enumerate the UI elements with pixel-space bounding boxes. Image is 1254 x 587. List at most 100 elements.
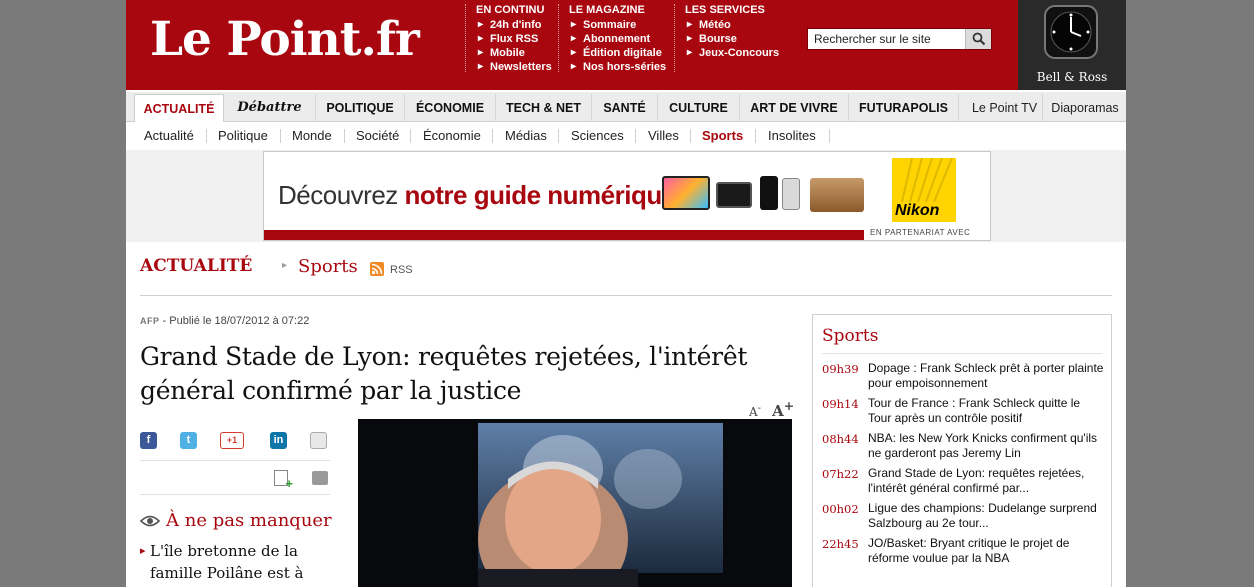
banner-text-bold: notre guide numérique [404, 180, 677, 210]
search-box [807, 28, 992, 50]
subnav-separator [280, 129, 281, 143]
nav-tab-sante[interactable]: SANTÉ [592, 94, 658, 122]
font-increase-button[interactable]: A+ [772, 398, 794, 420]
nav-tab-futurapolis[interactable]: FUTURAPOLIS [849, 94, 959, 122]
linkedin-icon[interactable]: in [270, 432, 287, 449]
subnav-monde[interactable]: Monde [292, 129, 332, 143]
banner-partner-label: EN PARTENARIAT AVEC [870, 228, 971, 237]
subnav-politique[interactable]: Politique [218, 129, 268, 143]
nav-tab-actualite[interactable]: ACTUALITÉ [134, 94, 224, 123]
subnav-societe[interactable]: Société [356, 129, 399, 143]
news-time: 07h22 [822, 467, 859, 481]
breadcrumb: ACTUALITÉ ▸ Sports RSS [140, 256, 1112, 296]
sidebar-title[interactable]: Sports [822, 326, 878, 346]
subnav-separator [558, 129, 559, 143]
news-time: 22h45 [822, 537, 859, 551]
tablet-image [716, 182, 752, 208]
rss-icon[interactable] [370, 262, 384, 276]
news-time: 09h39 [822, 362, 859, 376]
search-icon [972, 32, 986, 46]
header-link-abonnement[interactable]: Abonnement [569, 32, 666, 46]
header-column-title: LES SERVICES [685, 4, 765, 16]
news-title[interactable]: JO/Basket: Bryant critique le projet de … [868, 536, 1104, 566]
subnav-separator [206, 129, 207, 143]
nav-tab-economie[interactable]: ÉCONOMIE [405, 94, 496, 122]
nikon-brand: Nikon [895, 202, 940, 219]
news-title[interactable]: Tour de France : Frank Schleck quitte le… [868, 396, 1104, 426]
nav-tab-debattre[interactable]: Débattre [224, 94, 316, 122]
camera-image [810, 178, 864, 212]
subnav-medias[interactable]: Médias [505, 129, 547, 143]
header-ad[interactable]: Bell & Ross [1018, 0, 1126, 90]
nav-tab-politique[interactable]: POLITIQUE [316, 94, 405, 122]
nav-tab-art-de-vivre[interactable]: ART DE VIVRE [740, 94, 849, 122]
chevron-right-icon: ▸ [282, 260, 288, 271]
header-link-rss[interactable]: Flux RSS [476, 32, 552, 46]
add-note-icon[interactable] [274, 470, 293, 491]
news-time: 00h02 [822, 502, 859, 516]
subnav-insolites[interactable]: Insolites [768, 129, 816, 143]
nav-tab-tech-net[interactable]: TECH & NET [496, 94, 592, 122]
header-link-sommaire[interactable]: Sommaire [569, 18, 666, 32]
header-link-meteo[interactable]: Météo [685, 18, 779, 32]
search-input[interactable] [808, 29, 966, 49]
google-plus-icon[interactable]: +1 [220, 432, 244, 449]
nav-tab-diaporamas[interactable]: Diaporamas [1046, 94, 1124, 122]
header-column-magazine: LE MAGAZINE Sommaire Abonnement Édition … [558, 4, 666, 74]
news-title[interactable]: NBA: les New York Knicks confirment qu'i… [868, 431, 1104, 461]
banner-red-stripe [264, 230, 864, 240]
header-column-title: LE MAGAZINE [569, 4, 645, 16]
print-icon[interactable] [312, 471, 328, 485]
nav-tab-culture[interactable]: CULTURE [658, 94, 740, 122]
photo-illustration [358, 419, 792, 587]
news-title[interactable]: Ligue des champions: Dudelange surprend … [868, 501, 1104, 531]
subnav-villes[interactable]: Villes [648, 129, 679, 143]
ad-banner[interactable]: Découvrez notre guide numérique Nikon EN… [263, 151, 991, 241]
must-read-title-text: À ne pas manquer [166, 510, 332, 531]
header-link-bourse[interactable]: Bourse [685, 32, 779, 46]
header-column-en-continu: EN CONTINU 24h d'info Flux RSS Mobile Ne… [465, 4, 552, 74]
email-icon[interactable] [310, 432, 327, 449]
nikon-rays-icon [901, 157, 953, 203]
must-read-item[interactable]: L'île bretonne de la famille Poilâne est… [140, 540, 330, 584]
divider [822, 353, 1102, 354]
breadcrumb-current[interactable]: Sports [298, 256, 358, 277]
nav-tab-le-point-tv[interactable]: Le Point TV [967, 94, 1043, 122]
banner-headline: Découvrez notre guide numérique [278, 180, 676, 211]
news-title[interactable]: Grand Stade de Lyon: requêtes rejetées, … [868, 466, 1104, 496]
search-button[interactable] [965, 29, 991, 49]
subnav-actualite[interactable]: Actualité [144, 129, 194, 143]
subnav-sciences[interactable]: Sciences [571, 129, 624, 143]
header-link-edition-digitale[interactable]: Édition digitale [569, 46, 666, 60]
header-link-newsletters[interactable]: Newsletters [476, 60, 552, 74]
rss-label[interactable]: RSS [390, 264, 413, 276]
font-size-controls: A- A+ [749, 398, 794, 420]
subnav-economie[interactable]: Économie [423, 129, 481, 143]
article-source: AFP [140, 316, 160, 326]
news-time: 08h44 [822, 432, 859, 446]
watch-icon [1044, 5, 1098, 59]
ad-brand-label: Bell & Ross [1036, 70, 1108, 84]
site-logo[interactable]: Le Point.fr [150, 10, 420, 70]
subnav-separator [410, 129, 411, 143]
site-header: Le Point.fr EN CONTINU 24h d'info Flux R… [126, 0, 1018, 90]
subnav-separator [635, 129, 636, 143]
news-title[interactable]: Dopage : Frank Schleck prêt à porter pla… [868, 361, 1104, 391]
facebook-icon[interactable]: f [140, 432, 157, 449]
sub-navigation: Actualité Politique Monde Société Économ… [126, 122, 1126, 150]
header-link-jeux-concours[interactable]: Jeux-Concours [685, 46, 779, 60]
header-link-hors-series[interactable]: Nos hors-séries [569, 60, 666, 74]
article-photo[interactable] [358, 419, 792, 587]
header-link-24h[interactable]: 24h d'info [476, 18, 552, 32]
banner-text-plain: Découvrez [278, 180, 405, 210]
font-decrease-button[interactable]: A- [749, 403, 761, 419]
twitter-icon[interactable]: t [180, 432, 197, 449]
phone-image [782, 178, 800, 210]
article-meta: AFP - Publié le 18/07/2012 à 07:22 [140, 315, 309, 327]
subnav-separator [829, 129, 830, 143]
header-link-mobile[interactable]: Mobile [476, 46, 552, 60]
breadcrumb-section[interactable]: ACTUALITÉ [140, 256, 252, 276]
divider [140, 494, 330, 495]
subnav-sports[interactable]: Sports [702, 129, 743, 143]
subnav-separator [344, 129, 345, 143]
